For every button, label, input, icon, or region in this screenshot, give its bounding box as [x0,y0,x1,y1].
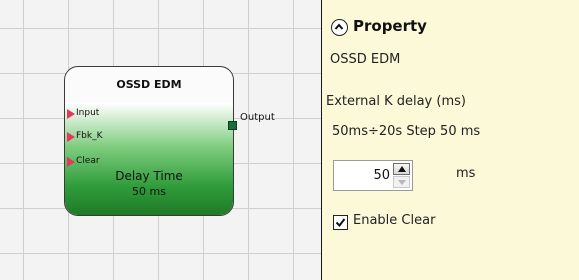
enable-clear-checkbox[interactable] [333,215,348,230]
block-delay-label: Delay Time [115,169,183,183]
block-title: OSSD EDM [116,78,182,91]
ossd-edm-function-block[interactable]: OSSD EDM Input Fbk_K Clear Delay Time 50… [64,66,234,216]
selected-block-name: OSSD EDM [330,52,401,67]
diagram-canvas[interactable]: OSSD EDM Input Fbk_K Clear Delay Time 50… [0,0,322,280]
delay-range-text: 50ms÷20s Step 50 ms [332,124,481,139]
chevron-up-icon [334,23,344,30]
output-pin-label: Output [240,112,275,123]
triangle-up-icon [398,166,406,172]
input-pin-label: Fbk_K [76,131,103,141]
panel-title: Property [353,17,427,35]
input-pin-label: Input [76,108,100,118]
triangle-down-icon [398,180,406,185]
input-pin-triangle-icon [67,109,75,119]
block-delay-value: 50 ms [132,185,166,198]
input-pin-triangle-icon [67,132,75,142]
input-pin-label: Clear [76,156,100,166]
delay-unit-label: ms [456,166,476,181]
output-pin-square[interactable] [228,121,237,130]
delay-numeric-spinner[interactable]: 50 [333,160,413,191]
property-panel: Property OSSD EDM External K delay (ms) … [322,0,579,280]
delay-input-value[interactable]: 50 [373,161,390,190]
spin-down-button[interactable] [393,176,410,188]
collapse-property-button[interactable] [331,19,348,36]
spin-up-button[interactable] [393,163,410,175]
input-pin-triangle-icon [67,157,75,167]
checkmark-icon [335,218,346,228]
enable-clear-label: Enable Clear [353,213,436,228]
external-k-delay-label: External K delay (ms) [326,94,466,109]
